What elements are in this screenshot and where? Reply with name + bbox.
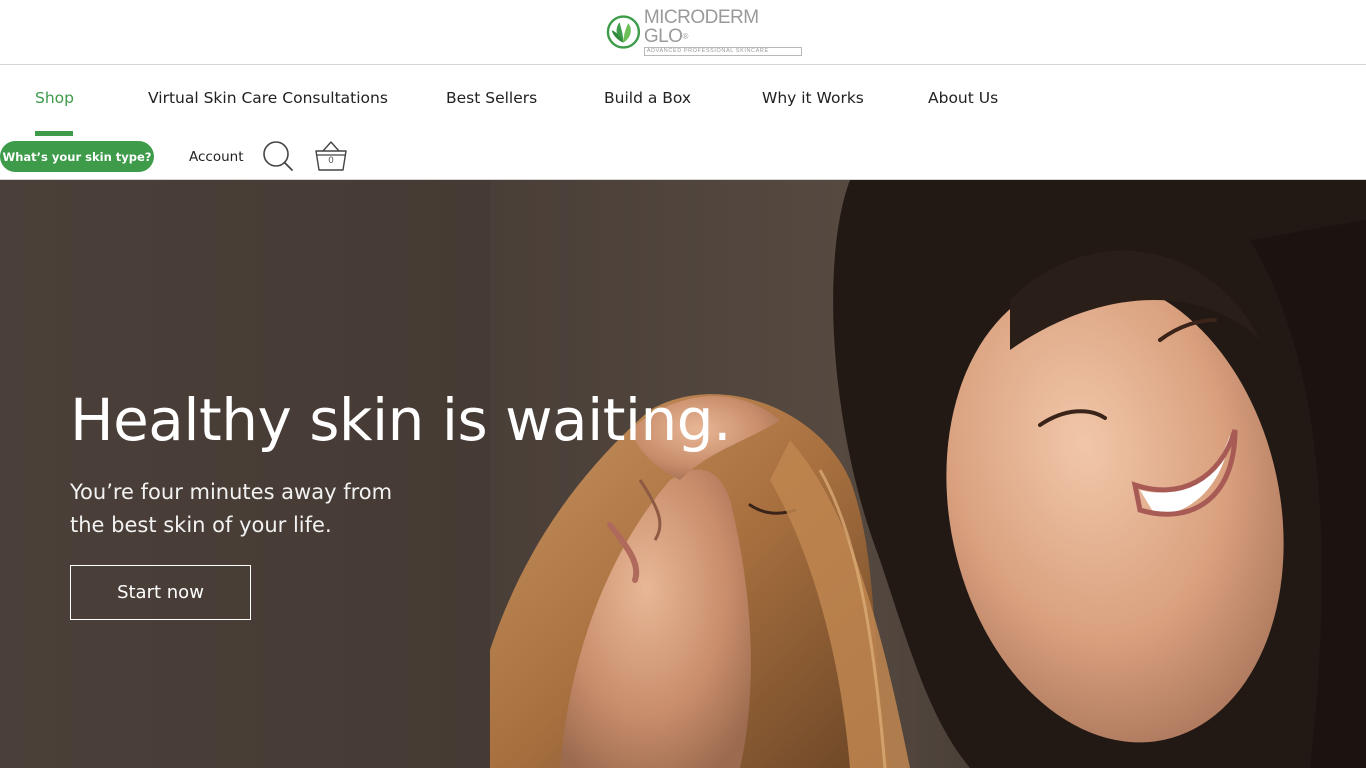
- search-icon[interactable]: [262, 140, 294, 172]
- nav-item-best-sellers[interactable]: Best Sellers: [446, 89, 537, 107]
- hero-photo-two-women-smiling: [490, 180, 1366, 768]
- brand-logo[interactable]: MICRODERM GLO® ADVANCED PROFESSIONAL SKI…: [606, 8, 802, 56]
- hero-title: Healthy skin is waiting.: [70, 386, 732, 454]
- account-link[interactable]: Account: [189, 149, 244, 165]
- nav-item-why-it-works[interactable]: Why it Works: [762, 89, 864, 107]
- site-header: MICRODERM GLO® ADVANCED PROFESSIONAL SKI…: [0, 0, 1366, 65]
- utility-bar: What’s your skin type? Account 0: [0, 135, 1366, 179]
- nav-item-virtual-consultations[interactable]: Virtual Skin Care Consultations: [148, 89, 388, 107]
- cart-button[interactable]: 0: [313, 139, 349, 173]
- nav-item-about-us[interactable]: About Us: [928, 89, 998, 107]
- brand-tagline: ADVANCED PROFESSIONAL SKINCARE: [643, 47, 802, 56]
- registered-mark: ®: [682, 32, 688, 41]
- hero-subtitle: You’re four minutes away from the best s…: [70, 480, 393, 537]
- nav-item-shop[interactable]: Shop: [35, 89, 74, 107]
- nav-item-build-a-box[interactable]: Build a Box: [604, 89, 691, 107]
- cart-count-badge: 0: [328, 156, 334, 166]
- leaf-logo-icon: [606, 15, 641, 49]
- brand-name: MICRODERM GLO: [643, 7, 759, 47]
- main-nav: Shop Virtual Skin Care Consultations Bes…: [0, 65, 1366, 136]
- start-now-button[interactable]: Start now: [70, 565, 251, 620]
- skin-type-quiz-button[interactable]: What’s your skin type?: [0, 141, 154, 172]
- hero-banner: Healthy skin is waiting. You’re four min…: [0, 180, 1366, 768]
